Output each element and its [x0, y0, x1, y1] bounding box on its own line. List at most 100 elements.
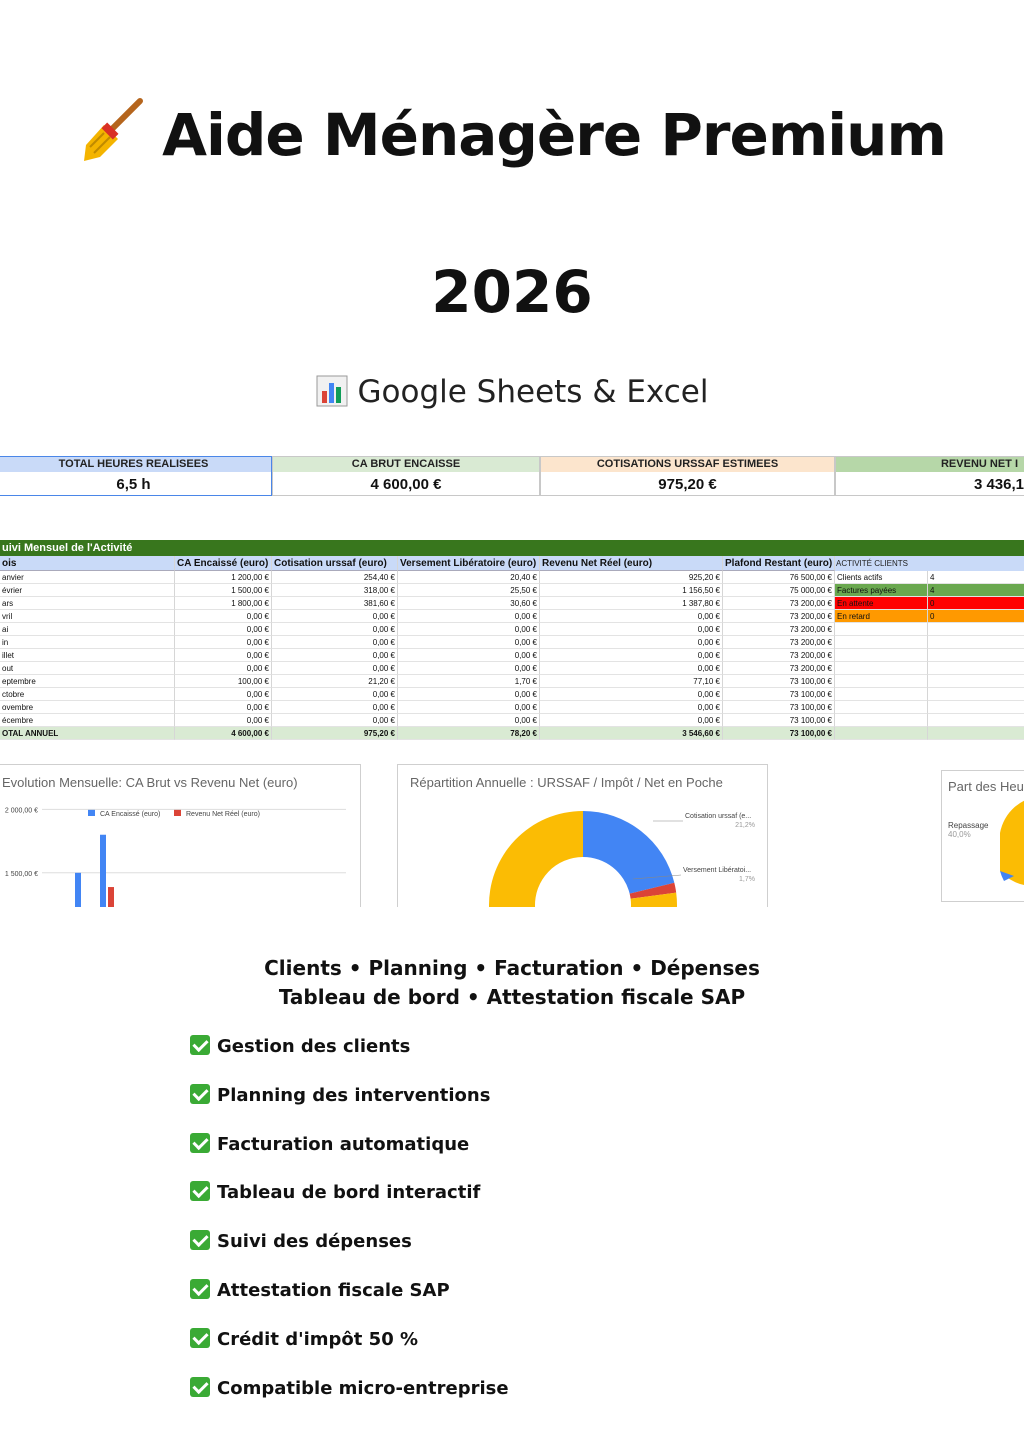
table-cell[interactable]: 1 156,50 €	[540, 584, 723, 597]
table-cell[interactable]: ars	[0, 597, 175, 610]
table-cell[interactable]: écembre	[0, 714, 175, 727]
donut-chart[interactable]: Répartition Annuelle : URSSAF / Impôt / …	[397, 764, 768, 907]
table-cell[interactable]: 0,00 €	[398, 610, 540, 623]
table-cell[interactable]: OTAL ANNUEL	[0, 727, 175, 740]
empty-cell[interactable]	[928, 714, 1024, 727]
table-cell[interactable]: 4 600,00 €	[175, 727, 272, 740]
client-stat-label[interactable]: En attente	[835, 597, 928, 610]
empty-cell[interactable]	[928, 649, 1024, 662]
table-cell[interactable]: 0,00 €	[175, 714, 272, 727]
client-stat-label[interactable]: En retard	[835, 610, 928, 623]
table-cell[interactable]: 0,00 €	[540, 701, 723, 714]
table-cell[interactable]: 0,00 €	[272, 662, 398, 675]
table-cell[interactable]: 0,00 €	[175, 662, 272, 675]
table-cell[interactable]: 0,00 €	[272, 636, 398, 649]
table-cell[interactable]: 73 100,00 €	[723, 714, 835, 727]
client-stat-value[interactable]: 0	[928, 610, 1024, 623]
table-cell[interactable]: 0,00 €	[272, 649, 398, 662]
empty-cell[interactable]	[835, 714, 928, 727]
table-cell[interactable]: 0,00 €	[272, 623, 398, 636]
table-cell[interactable]: 0,00 €	[175, 688, 272, 701]
table-cell[interactable]: vril	[0, 610, 175, 623]
table-cell[interactable]: 73 100,00 €	[723, 688, 835, 701]
client-stat-value[interactable]: 0	[928, 597, 1024, 610]
table-cell[interactable]: ovembre	[0, 701, 175, 714]
kpi-total-hours[interactable]: TOTAL HEURES REALISEES 6,5 h	[0, 456, 272, 496]
bar-chart[interactable]: Evolution Mensuelle: CA Brut vs Revenu N…	[0, 764, 361, 907]
table-cell[interactable]: 0,00 €	[540, 623, 723, 636]
table-cell[interactable]: 3 546,60 €	[540, 727, 723, 740]
empty-cell[interactable]	[835, 701, 928, 714]
table-cell[interactable]: 0,00 €	[398, 701, 540, 714]
kpi-urssaf[interactable]: COTISATIONS URSSAF ESTIMEES 975,20 €	[540, 456, 835, 496]
table-cell[interactable]: 0,00 €	[540, 636, 723, 649]
table-cell[interactable]: 0,00 €	[540, 649, 723, 662]
empty-cell[interactable]	[835, 688, 928, 701]
table-cell[interactable]: 30,60 €	[398, 597, 540, 610]
empty-cell[interactable]	[928, 636, 1024, 649]
table-cell[interactable]: 73 100,00 €	[723, 701, 835, 714]
bar[interactable]	[100, 834, 106, 907]
empty-cell[interactable]	[928, 623, 1024, 636]
empty-cell[interactable]	[928, 688, 1024, 701]
table-cell[interactable]: 318,00 €	[272, 584, 398, 597]
empty-cell[interactable]	[928, 727, 1024, 740]
table-cell[interactable]: 0,00 €	[398, 623, 540, 636]
table-cell[interactable]: 77,10 €	[540, 675, 723, 688]
table-cell[interactable]: 0,00 €	[272, 610, 398, 623]
empty-cell[interactable]	[928, 701, 1024, 714]
kpi-ca-brut[interactable]: CA BRUT ENCAISSE 4 600,00 €	[272, 456, 540, 496]
table-cell[interactable]: 0,00 €	[398, 636, 540, 649]
table-cell[interactable]: 75 000,00 €	[723, 584, 835, 597]
table-cell[interactable]: 73 100,00 €	[723, 675, 835, 688]
table-cell[interactable]: 0,00 €	[175, 610, 272, 623]
table-cell[interactable]: eptembre	[0, 675, 175, 688]
table-cell[interactable]: 21,20 €	[272, 675, 398, 688]
table-cell[interactable]: 0,00 €	[540, 714, 723, 727]
bar[interactable]	[108, 887, 114, 907]
table-cell[interactable]: 0,00 €	[398, 714, 540, 727]
table-cell[interactable]: 100,00 €	[175, 675, 272, 688]
client-stat-value[interactable]: 4	[928, 571, 1024, 584]
client-stat-label[interactable]: Clients actifs	[835, 571, 928, 584]
table-cell[interactable]: 73 200,00 €	[723, 610, 835, 623]
table-cell[interactable]: 0,00 €	[272, 701, 398, 714]
table-cell[interactable]: 1 800,00 €	[175, 597, 272, 610]
table-cell[interactable]: 0,00 €	[175, 636, 272, 649]
table-cell[interactable]: in	[0, 636, 175, 649]
table-cell[interactable]: 925,20 €	[540, 571, 723, 584]
empty-cell[interactable]	[835, 636, 928, 649]
table-cell[interactable]: 1,70 €	[398, 675, 540, 688]
kpi-revenu-net[interactable]: REVENU NET I 3 436,1	[835, 456, 1024, 496]
table-cell[interactable]: 20,40 €	[398, 571, 540, 584]
table-cell[interactable]: 73 200,00 €	[723, 649, 835, 662]
table-cell[interactable]: illet	[0, 649, 175, 662]
table-cell[interactable]: 381,60 €	[272, 597, 398, 610]
table-cell[interactable]: 975,20 €	[272, 727, 398, 740]
table-cell[interactable]: 76 500,00 €	[723, 571, 835, 584]
table-cell[interactable]: 0,00 €	[272, 714, 398, 727]
empty-cell[interactable]	[835, 662, 928, 675]
table-cell[interactable]: 0,00 €	[540, 662, 723, 675]
table-cell[interactable]: 1 387,80 €	[540, 597, 723, 610]
table-cell[interactable]: out	[0, 662, 175, 675]
empty-cell[interactable]	[928, 662, 1024, 675]
client-stat-value[interactable]: 4	[928, 584, 1024, 597]
table-cell[interactable]: 25,50 €	[398, 584, 540, 597]
hours-chart[interactable]: Part des Heur Repassage 40,0%	[941, 770, 1024, 902]
table-cell[interactable]: 0,00 €	[175, 649, 272, 662]
table-cell[interactable]: 1 500,00 €	[175, 584, 272, 597]
table-cell[interactable]: 0,00 €	[398, 688, 540, 701]
table-cell[interactable]: 0,00 €	[175, 623, 272, 636]
empty-cell[interactable]	[928, 675, 1024, 688]
table-cell[interactable]: 1 200,00 €	[175, 571, 272, 584]
table-cell[interactable]: 0,00 €	[398, 649, 540, 662]
bar[interactable]	[75, 872, 81, 907]
table-cell[interactable]: 0,00 €	[272, 688, 398, 701]
table-cell[interactable]: 0,00 €	[398, 662, 540, 675]
table-cell[interactable]: 73 200,00 €	[723, 662, 835, 675]
table-cell[interactable]: 0,00 €	[540, 610, 723, 623]
table-cell[interactable]: 73 200,00 €	[723, 623, 835, 636]
empty-cell[interactable]	[835, 675, 928, 688]
table-cell[interactable]: 73 200,00 €	[723, 636, 835, 649]
